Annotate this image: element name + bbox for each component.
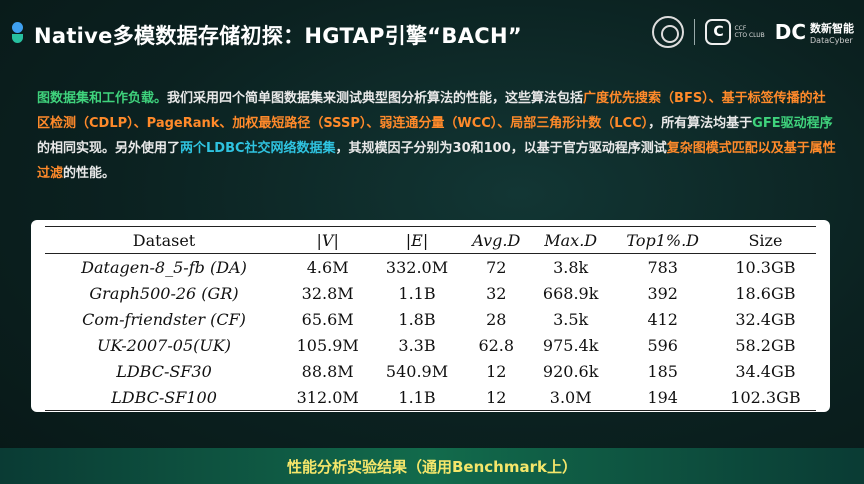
- highlight-dataset-workload: 图数据集和工作负载。: [37, 91, 168, 106]
- cto-logo-text-1: CCF: [734, 25, 747, 32]
- cell-dataset: LDBC-SF30: [116, 361, 212, 381]
- cell-avg-degree: 12: [486, 361, 507, 381]
- cell-max-degree: 975.4k: [542, 335, 599, 355]
- logo-group: C CCF CTO CLUB DC 数新智能 DataCyber: [652, 12, 854, 52]
- cell-top1-degree: 194: [647, 387, 678, 407]
- dataset-table-card: Dataset |V| |E| Avg.D Max.D Top1%.D Size…: [31, 220, 830, 412]
- col-header-dataset: Dataset: [132, 230, 196, 250]
- cell-avg-degree: 72: [486, 257, 507, 277]
- cell-top1-degree: 185: [647, 361, 678, 381]
- cell-edges: 540.9M: [385, 361, 449, 381]
- table-row: Com-friendster (CF) 65.6M 1.8B 28 3.5k 4…: [45, 306, 816, 332]
- cto-logo-text-2: CTO CLUB: [734, 32, 765, 39]
- col-header-size: Size: [748, 230, 783, 250]
- table-row: UK-2007-05(UK) 105.9M 3.3B 62.8 975.4k 5…: [45, 332, 816, 358]
- cell-vertices: 105.9M: [296, 335, 359, 355]
- table-row: Datagen-8_5-fb (DA) 4.6M 332.0M 72 3.8k …: [45, 254, 816, 281]
- cell-vertices: 312.0M: [296, 387, 359, 407]
- cell-max-degree: 3.8k: [553, 257, 589, 277]
- cell-avg-degree: 32: [486, 283, 507, 303]
- cell-size: 58.2GB: [735, 335, 796, 355]
- dataset-table: Dataset |V| |E| Avg.D Max.D Top1%.D Size…: [45, 226, 816, 411]
- cell-vertices: 88.8M: [301, 361, 354, 381]
- highlight-ldbc-datasets: 两个LDBC社交网络数据集: [180, 141, 336, 156]
- table-header-row: Dataset |V| |E| Avg.D Max.D Top1%.D Size: [45, 226, 816, 254]
- cell-size: 34.4GB: [735, 361, 796, 381]
- cto-logo-icon: C: [705, 19, 732, 45]
- highlight-gfe-driver: GFE驱动程序: [752, 116, 833, 131]
- cell-edges: 1.1B: [398, 387, 436, 407]
- footer-banner: 性能分析实验结果（通用Benchmark上）: [0, 448, 864, 484]
- dc-logo-icon: DC: [774, 20, 806, 44]
- title-bullet-icon: [12, 22, 23, 33]
- table-row: LDBC-SF30 88.8M 540.9M 12 920.6k 185 34.…: [45, 358, 816, 384]
- cell-avg-degree: 12: [486, 387, 507, 407]
- cell-top1-degree: 412: [647, 309, 678, 329]
- cell-edges: 1.8B: [398, 309, 436, 329]
- col-header-vertices: |V|: [316, 230, 339, 250]
- table-row: LDBC-SF100 312.0M 1.1B 12 3.0M 194 102.3…: [45, 384, 816, 411]
- cell-max-degree: 668.9k: [542, 283, 599, 303]
- cell-size: 32.4GB: [735, 309, 796, 329]
- cell-size: 102.3GB: [730, 387, 801, 407]
- cell-size: 10.3GB: [735, 257, 796, 277]
- university-seal-icon: [652, 16, 685, 48]
- cell-avg-degree: 62.8: [478, 335, 515, 355]
- cell-top1-degree: 783: [647, 257, 678, 277]
- col-header-edges: |E|: [405, 230, 429, 250]
- cell-edges: 1.1B: [398, 283, 436, 303]
- cto-club-logo: C CCF CTO CLUB: [705, 19, 765, 45]
- datacyber-logo: DC 数新智能 DataCyber: [775, 20, 854, 45]
- cell-dataset: LDBC-SF100: [111, 387, 217, 407]
- cell-dataset: Com-friendster (CF): [82, 309, 246, 329]
- cell-vertices: 32.8M: [301, 283, 354, 303]
- logo-divider: [694, 19, 696, 45]
- cell-max-degree: 3.5k: [553, 309, 589, 329]
- para-text-3: 的相同实现。另外使用了: [37, 141, 181, 156]
- cell-max-degree: 920.6k: [542, 361, 599, 381]
- cell-max-degree: 3.0M: [549, 387, 592, 407]
- col-header-max-degree: Max.D: [544, 230, 598, 250]
- col-header-avg-degree: Avg.D: [472, 230, 521, 250]
- table-row: Graph500-26 (GR) 32.8M 1.1B 32 668.9k 39…: [45, 280, 816, 306]
- para-text-2: ，所有算法均基于: [648, 116, 753, 131]
- cell-avg-degree: 28: [486, 309, 507, 329]
- dc-logo-en: DataCyber: [810, 35, 853, 45]
- para-text-4: ，其规模因子分别为30和100，以基于官方驱动程序测试: [335, 141, 667, 156]
- cell-size: 18.6GB: [735, 283, 796, 303]
- header-bar: Native多模数据存储初探：HGTAP引擎“BACH” C CCF CTO C…: [0, 0, 864, 66]
- para-text-1: 我们采用四个简单图数据集来测试典型图分析算法的性能，这些算法包括: [167, 91, 584, 106]
- cell-vertices: 4.6M: [306, 257, 349, 277]
- slide-title: Native多模数据存储初探：HGTAP引擎“BACH”: [34, 24, 522, 48]
- col-header-top1-degree: Top1%.D: [626, 230, 700, 250]
- cell-dataset: UK-2007-05(UK): [96, 335, 232, 355]
- cell-top1-degree: 596: [647, 335, 678, 355]
- cell-edges: 332.0M: [385, 257, 449, 277]
- dc-logo-name: 数新智能: [810, 21, 854, 35]
- cell-top1-degree: 392: [647, 283, 678, 303]
- cell-vertices: 65.6M: [301, 309, 354, 329]
- description-paragraph: 图数据集和工作负载。我们采用四个简单图数据集来测试典型图分析算法的性能，这些算法…: [37, 86, 837, 186]
- cell-dataset: Graph500-26 (GR): [89, 283, 239, 303]
- cell-dataset: Datagen-8_5-fb (DA): [81, 257, 247, 277]
- cell-edges: 3.3B: [398, 335, 436, 355]
- para-text-5: 的性能。: [63, 166, 116, 181]
- footer-caption: 性能分析实验结果（通用Benchmark上）: [287, 458, 577, 476]
- title-bullet-icon-lower: [12, 34, 23, 43]
